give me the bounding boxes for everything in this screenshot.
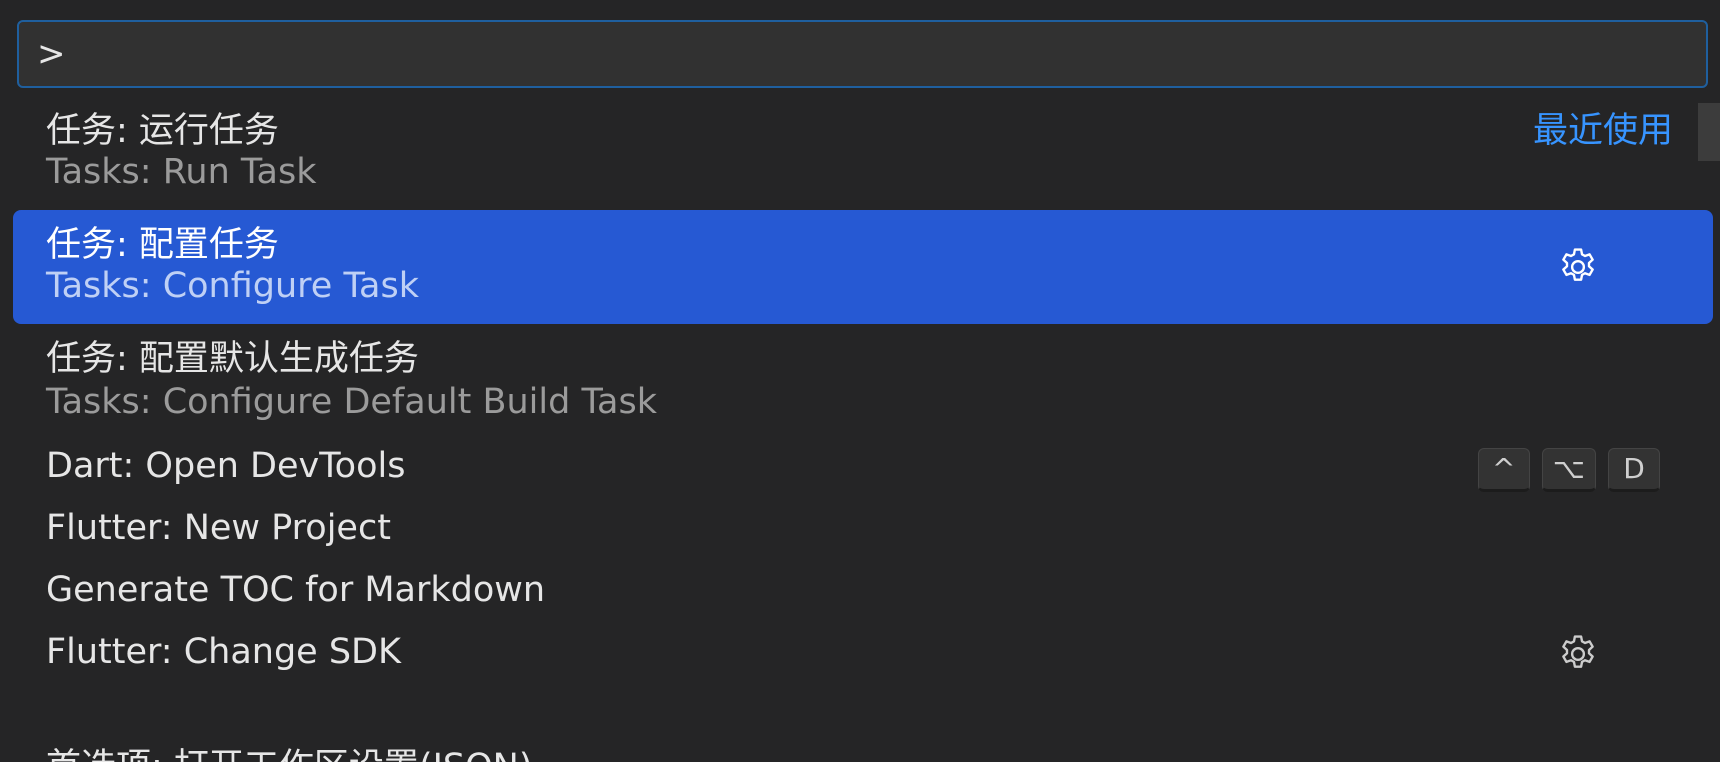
- keybinding: ^ ⌥ D: [1477, 448, 1660, 492]
- item-detail: Tasks: Configure Task: [46, 266, 419, 306]
- list-item-dart-open-devtools[interactable]: Dart: Open DevTools ^ ⌥ D: [13, 440, 1713, 502]
- item-detail: Tasks: Configure Default Build Task: [46, 382, 657, 422]
- key-option: ⌥: [1541, 448, 1596, 492]
- command-input[interactable]: [19, 22, 1706, 86]
- list-item-configure-default-build-task[interactable]: 任务: 配置默认生成任务 Tasks: Configure Default Bu…: [13, 326, 1713, 440]
- gear-icon[interactable]: [1556, 632, 1600, 676]
- item-label: 任务: 配置默认生成任务: [46, 339, 419, 379]
- list-item-run-task[interactable]: 任务: 运行任务 Tasks: Run Task 最近使用: [13, 100, 1713, 212]
- gear-icon[interactable]: [1556, 245, 1600, 289]
- list-item-flutter-new-project[interactable]: Flutter: New Project: [13, 502, 1713, 564]
- item-label: Flutter: New Project: [46, 508, 391, 548]
- list-item-open-workspace-settings-json[interactable]: 首选项: 打开工作区设置(JSON): [13, 688, 1713, 762]
- item-detail: Tasks: Run Task: [46, 152, 317, 192]
- item-label: Dart: Open DevTools: [46, 446, 406, 486]
- list-item-flutter-change-sdk[interactable]: Flutter: Change SDK: [13, 626, 1713, 688]
- command-input-box[interactable]: [17, 20, 1708, 88]
- command-palette: 任务: 运行任务 Tasks: Run Task 最近使用 任务: 配置任务 T…: [0, 0, 1720, 762]
- item-label: 任务: 配置任务: [46, 225, 279, 265]
- key-control: ^: [1477, 448, 1530, 492]
- item-label: 首选项: 打开工作区设置(JSON): [46, 738, 533, 762]
- recently-used-badge: 最近使用: [1532, 111, 1673, 151]
- item-label: 任务: 运行任务: [46, 111, 279, 151]
- item-label: Flutter: Change SDK: [46, 632, 401, 672]
- list-item-generate-toc[interactable]: Generate TOC for Markdown: [13, 564, 1713, 626]
- key-d: D: [1608, 448, 1660, 492]
- list-item-configure-task[interactable]: 任务: 配置任务 Tasks: Configure Task: [13, 210, 1713, 324]
- item-label: Generate TOC for Markdown: [46, 570, 546, 610]
